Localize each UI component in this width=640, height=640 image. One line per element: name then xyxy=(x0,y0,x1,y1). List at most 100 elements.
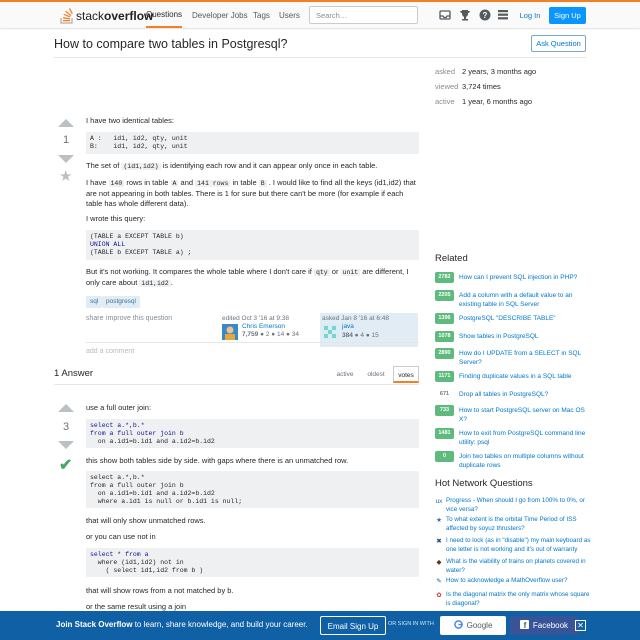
google-signin-button[interactable]: Google xyxy=(440,616,506,635)
hot-question-link[interactable]: What is the viability of trains on plane… xyxy=(446,558,591,575)
a-code3-l3: ( select id1,id2 from b ) xyxy=(90,567,204,574)
nav-users[interactable]: Users xyxy=(279,2,300,28)
banner-rest: to learn, share knowledge, and build you… xyxy=(132,620,308,629)
title-divider xyxy=(54,57,586,58)
q-p3-c4: B xyxy=(258,180,267,187)
question-paragraph-2: The set of (id1,id2) is identifying each… xyxy=(86,161,420,172)
related-link[interactable]: Add a column with a default value to an … xyxy=(459,291,589,309)
answer-vote-count: 3 xyxy=(62,421,70,433)
editor-when: edited Oct 3 '16 at 9:38 xyxy=(222,315,290,322)
q-p2-b: is identifying each row and it can appea… xyxy=(162,161,378,170)
tab-votes[interactable]: votes xyxy=(393,366,419,383)
hot-question-link[interactable]: I need to lock (as in "disable") my main… xyxy=(446,537,591,554)
favorite-star-icon[interactable]: ★ xyxy=(59,167,72,185)
related-link[interactable]: Join two tables on multiple columns with… xyxy=(459,452,589,470)
nav-questions[interactable]: Questions xyxy=(146,2,183,28)
search-input[interactable]: Search… xyxy=(309,6,418,24)
related-link[interactable]: How to exit from PostgreSQL command line… xyxy=(459,429,589,447)
answers-divider xyxy=(54,384,419,385)
email-signup-button[interactable]: Email Sign Up xyxy=(320,616,386,635)
a-code1-l1: select a.*,b.* xyxy=(90,422,145,429)
close-icon[interactable]: ✕ xyxy=(575,620,586,631)
editor-name[interactable]: Chris Emerson xyxy=(242,323,285,330)
hot-question-link[interactable]: Progress - When should I go from 100% to… xyxy=(446,497,591,514)
editor-rep-value: 7,759 xyxy=(242,331,259,338)
login-button[interactable]: Log In xyxy=(514,8,546,24)
site-switcher-icon[interactable] xyxy=(496,8,510,22)
question-paragraph-1: I have two identical tables: xyxy=(86,116,174,125)
answer-code-3: select * from a where (id1,id2) not in (… xyxy=(86,548,419,577)
related-link[interactable]: How to start PostgreSQL server on Mac OS… xyxy=(459,406,589,424)
question-paragraph-5: But it's not working. It compares the wh… xyxy=(86,267,420,289)
related-link[interactable]: How do I UPDATE from a SELECT in SQL Ser… xyxy=(459,349,589,367)
answer-paragraph-4: or you can use not in xyxy=(86,532,156,541)
q-p2-code: (id1,id2) xyxy=(121,163,161,170)
q-p2-a: The set of xyxy=(86,161,120,170)
question-upvote-icon[interactable] xyxy=(58,119,74,127)
question-improve-link[interactable]: improve this question xyxy=(106,315,172,322)
svg-text:f: f xyxy=(524,621,527,629)
inbox-icon[interactable] xyxy=(438,8,452,22)
question-code-1: A : id1, id2, qty, unit B: id1, id2, qty… xyxy=(86,132,419,154)
hot-question-link[interactable]: Is the diagonal matrix the only matrix w… xyxy=(446,591,591,608)
stack-logo-icon xyxy=(60,8,73,24)
q-p3-b: rows in table xyxy=(126,178,169,187)
tag-postgresql[interactable]: postgresql xyxy=(102,296,140,308)
answer-downvote-icon[interactable] xyxy=(58,441,74,449)
question-title[interactable]: How to compare two tables in Postgresql? xyxy=(54,37,287,51)
editor-signature: edited Oct 3 '16 at 9:38 Chris Emerson 7… xyxy=(222,315,318,345)
nav-developer-jobs[interactable]: Developer Jobs xyxy=(192,2,248,28)
facebook-signin-button[interactable]: f Facebook xyxy=(510,616,578,635)
svg-text:?: ? xyxy=(483,11,488,20)
q-p3-c2: A xyxy=(170,180,179,187)
meta-viewed-label: viewed xyxy=(435,82,459,91)
related-count: 0 xyxy=(435,451,454,462)
a-code3-l1: select * from a xyxy=(90,551,149,558)
q-p3-c1: 140 xyxy=(108,180,125,187)
or-sign-in-label: OR SIGN IN WITH xyxy=(388,621,434,627)
help-icon[interactable]: ? xyxy=(478,8,492,22)
google-label: Google xyxy=(466,621,493,630)
meta-active-value[interactable]: 1 year, 6 months ago xyxy=(462,97,532,106)
stackoverflow-logo[interactable]: stackoverflow xyxy=(60,6,153,26)
question-downvote-icon[interactable] xyxy=(58,155,74,163)
related-count: 733 xyxy=(435,405,454,416)
nav-tags[interactable]: Tags xyxy=(253,2,270,28)
hot-question-link[interactable]: To what extent is the orbital Time Perio… xyxy=(446,516,591,533)
a-code2-l3: on a.id1=b.id1 and a.id2=b.id2 xyxy=(90,490,215,497)
trophy-icon[interactable] xyxy=(458,8,472,22)
q-code2-l2: UNION ALL xyxy=(90,241,126,248)
site-icon: ux xyxy=(435,498,443,505)
related-count: 2205 xyxy=(435,290,454,301)
signup-button[interactable]: Sign Up xyxy=(549,7,586,24)
tab-oldest[interactable]: oldest xyxy=(364,366,388,383)
question-paragraph-4: I wrote this query: xyxy=(86,214,146,223)
related-link[interactable]: How can I prevent SQL injection in PHP? xyxy=(459,273,589,282)
q-p5-d: . xyxy=(170,278,173,287)
question-share-link[interactable]: share xyxy=(86,315,104,322)
related-link[interactable]: Finding duplicate values in a SQL table xyxy=(459,372,589,381)
related-link[interactable]: Show tables in PostgreSQL xyxy=(459,332,589,341)
ask-question-button[interactable]: Ask Question xyxy=(531,35,586,52)
banner-bold: Join Stack Overflow xyxy=(56,620,133,629)
google-icon xyxy=(453,620,463,629)
tag-sql[interactable]: sql xyxy=(86,296,103,308)
add-comment-link[interactable]: add a comment xyxy=(86,348,134,355)
facebook-icon: f xyxy=(519,620,529,630)
tab-active[interactable]: active xyxy=(333,366,357,383)
hot-question-link[interactable]: How to acknowledge a MathOverflow user? xyxy=(446,577,591,586)
related-link[interactable]: Drop all tables in PostgreSQL? xyxy=(459,390,589,399)
q-p5-c1: qty xyxy=(314,269,330,276)
answer-upvote-icon[interactable] xyxy=(58,404,74,412)
editor-rep: 7,759 ● 2 ● 14 ● 34 xyxy=(242,331,299,338)
asker-rep-value: 384 xyxy=(342,332,353,339)
related-heading: Related xyxy=(435,253,468,264)
asker-avatar[interactable] xyxy=(322,324,338,340)
q-p5-c3: id1,id2 xyxy=(139,280,171,287)
asker-name[interactable]: java xyxy=(342,323,354,330)
answer-paragraph-5: that will show rows from a not matched b… xyxy=(86,586,234,595)
editor-avatar[interactable] xyxy=(222,324,238,340)
editor-badges: ● 2 ● 14 ● 34 xyxy=(260,331,299,338)
logo-prefix: stack xyxy=(76,9,105,23)
related-link[interactable]: PostgreSQL "DESCRIBE TABLE" xyxy=(459,314,589,323)
